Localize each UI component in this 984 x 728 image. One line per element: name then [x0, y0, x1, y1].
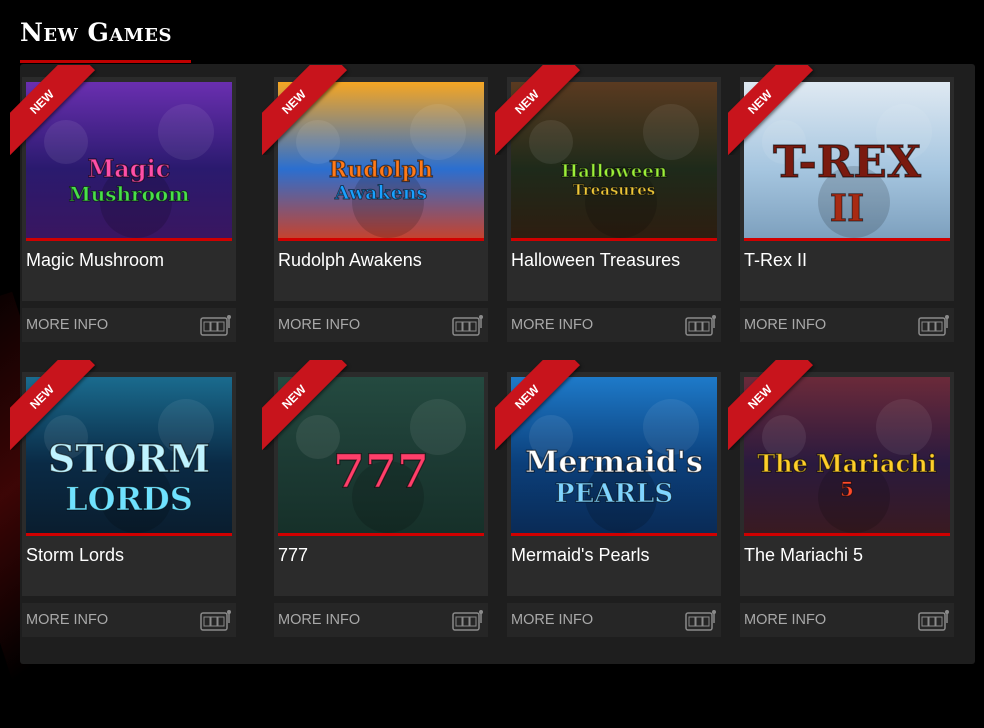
thumbnail-accent-bar	[26, 533, 232, 536]
game-card-footer: MORE INFO	[507, 308, 721, 342]
game-logo-text: Magic	[88, 154, 171, 183]
game-logo-text: The Mariachi	[757, 449, 937, 478]
more-info-link[interactable]: MORE INFO	[511, 612, 593, 628]
game-card-footer: MORE INFO	[274, 308, 488, 342]
slot-machine-icon	[452, 610, 483, 631]
game-thumbnail[interactable]: The Mariachi 5	[744, 377, 950, 535]
game-logo-text: 777	[333, 444, 429, 498]
more-info-link[interactable]: MORE INFO	[278, 612, 360, 628]
game-name[interactable]: Rudolph Awakens	[278, 250, 422, 271]
game-card-body[interactable]: Mermaid's PEARLS Mermaid's Pearls	[507, 372, 721, 596]
game-card-footer: MORE INFO	[740, 308, 954, 342]
game-name[interactable]: 777	[278, 545, 308, 566]
game-card-body[interactable]: T-REX II T-Rex II	[740, 77, 954, 301]
title-underline	[20, 60, 191, 63]
game-name[interactable]: The Mariachi 5	[744, 545, 863, 566]
slot-machine-icon	[685, 315, 716, 336]
slot-machine-icon	[200, 610, 231, 631]
more-info-link[interactable]: MORE INFO	[26, 612, 108, 628]
game-card-body[interactable]: Halloween Treasures Halloween Treasures	[507, 77, 721, 301]
game-logo-text: STORM	[48, 436, 210, 481]
more-info-link[interactable]: MORE INFO	[744, 612, 826, 628]
thumbnail-accent-bar	[26, 238, 232, 241]
thumbnail-accent-bar	[278, 533, 484, 536]
game-logo-text: II	[830, 186, 865, 230]
game-logo-text: T-REX	[773, 137, 922, 188]
game-thumbnail[interactable]: T-REX II	[744, 82, 950, 240]
game-card-footer: MORE INFO	[274, 603, 488, 637]
more-info-link[interactable]: MORE INFO	[744, 317, 826, 333]
slot-machine-icon	[452, 315, 483, 336]
slot-machine-icon	[685, 610, 716, 631]
game-card-footer: MORE INFO	[22, 308, 236, 342]
thumbnail-accent-bar	[744, 238, 950, 241]
slot-machine-icon	[918, 315, 949, 336]
thumbnail-accent-bar	[511, 533, 717, 536]
game-logo-text: Awakens	[334, 182, 427, 204]
game-name[interactable]: Mermaid's Pearls	[511, 545, 649, 566]
slot-machine-icon	[918, 610, 949, 631]
game-name[interactable]: T-Rex II	[744, 250, 807, 271]
game-thumbnail[interactable]: 777	[278, 377, 484, 535]
thumbnail-accent-bar	[511, 238, 717, 241]
game-logo-text: Halloween	[561, 161, 667, 182]
game-card-body[interactable]: 777 777	[274, 372, 488, 596]
game-thumbnail[interactable]: Magic Mushroom	[26, 82, 232, 240]
game-logo-text: LORDS	[65, 480, 193, 518]
game-card-body[interactable]: STORM LORDS Storm Lords	[22, 372, 236, 596]
game-logo-text: Rudolph	[329, 157, 433, 183]
game-thumbnail[interactable]: STORM LORDS	[26, 377, 232, 535]
thumbnail-accent-bar	[278, 238, 484, 241]
section-title: New Games	[20, 18, 172, 47]
game-logo-text: Mushroom	[69, 182, 190, 206]
game-name[interactable]: Halloween Treasures	[511, 250, 680, 271]
game-name[interactable]: Storm Lords	[26, 545, 124, 566]
more-info-link[interactable]: MORE INFO	[511, 317, 593, 333]
game-thumbnail[interactable]: Rudolph Awakens	[278, 82, 484, 240]
game-name[interactable]: Magic Mushroom	[26, 250, 164, 271]
more-info-link[interactable]: MORE INFO	[278, 317, 360, 333]
game-card-footer: MORE INFO	[740, 603, 954, 637]
game-logo-text: Treasures	[573, 181, 655, 199]
slot-machine-icon	[200, 315, 231, 336]
game-thumbnail[interactable]: Mermaid's PEARLS	[511, 377, 717, 535]
game-logo-text: PEARLS	[555, 479, 673, 509]
game-thumbnail[interactable]: Halloween Treasures	[511, 82, 717, 240]
game-card-footer: MORE INFO	[507, 603, 721, 637]
game-card-body[interactable]: Rudolph Awakens Rudolph Awakens	[274, 77, 488, 301]
game-logo-text: Mermaid's	[525, 445, 703, 480]
more-info-link[interactable]: MORE INFO	[26, 317, 108, 333]
game-card-body[interactable]: Magic Mushroom Magic Mushroom	[22, 77, 236, 301]
game-logo-text: 5	[840, 477, 854, 501]
game-card-footer: MORE INFO	[22, 603, 236, 637]
game-card-body[interactable]: The Mariachi 5 The Mariachi 5	[740, 372, 954, 596]
thumbnail-accent-bar	[744, 533, 950, 536]
